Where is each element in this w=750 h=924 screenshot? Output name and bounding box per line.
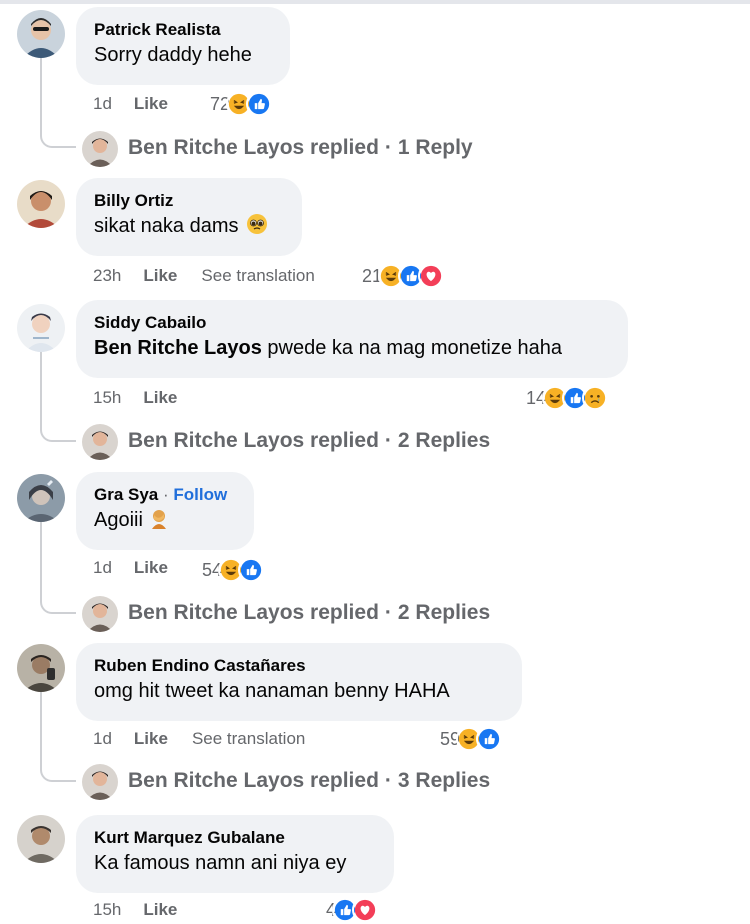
see-translation-link[interactable]: See translation <box>201 266 314 286</box>
thread-connector <box>40 594 76 614</box>
thread-line <box>40 522 42 594</box>
comment-actions: 1d Like See translation <box>93 728 305 750</box>
view-replies-link[interactable]: Ben Ritche Layos replied · 2 Replies <box>128 598 490 628</box>
thread-line <box>40 692 42 762</box>
avatar[interactable] <box>17 304 65 352</box>
reply-avatar[interactable] <box>82 424 118 460</box>
comment-actions: 1d Like <box>93 557 168 579</box>
like-button[interactable]: Like <box>143 900 177 920</box>
replied-by: Ben Ritche Layos replied <box>128 601 379 624</box>
comment-author[interactable]: Gra Sya <box>94 485 158 504</box>
avatar[interactable] <box>17 10 65 58</box>
comment-timestamp[interactable]: 15h <box>93 388 121 408</box>
reply-avatar[interactable] <box>82 596 118 632</box>
mention-link[interactable]: Ben Ritche Layos <box>94 337 262 359</box>
view-replies-link[interactable]: Ben Ritche Layos replied · 3 Replies <box>128 766 490 796</box>
replied-by: Ben Ritche Layos replied <box>128 769 379 792</box>
separator-dot: · <box>384 601 392 624</box>
comment-author-row: Gra Sya · Follow <box>94 484 236 506</box>
reply-avatar[interactable] <box>82 764 118 800</box>
replied-by: Ben Ritche Layos replied <box>128 136 379 159</box>
love-reaction-icon <box>418 263 445 289</box>
comment-author[interactable]: Kurt Marquez Gubalane <box>94 827 376 849</box>
comment-timestamp[interactable]: 15h <box>93 900 121 920</box>
comment-text: Ben Ritche Layos pwede ka na mag monetiz… <box>94 334 610 362</box>
comment-bubble: Patrick Realista Sorry daddy hehe <box>76 7 290 85</box>
like-button[interactable]: Like <box>134 558 168 578</box>
follow-button[interactable]: Follow <box>173 485 227 504</box>
reply-count: 3 Replies <box>397 769 491 792</box>
reply-count: 1 Reply <box>397 136 473 159</box>
facepalm-emoji-icon <box>148 507 170 529</box>
comment-text: Ka famous namn ani niya ey <box>94 852 347 874</box>
pleading-face-emoji-icon <box>246 213 268 235</box>
comment-text: Sorry daddy hehe <box>94 44 252 66</box>
separator-dot: · <box>384 769 392 792</box>
like-button[interactable]: Like <box>134 94 168 114</box>
comment-bubble: Kurt Marquez Gubalane Ka famous namn ani… <box>76 815 394 893</box>
reaction-summary[interactable]: 59 <box>440 724 503 754</box>
avatar[interactable] <box>17 474 65 522</box>
comment-author[interactable]: Siddy Cabailo <box>94 312 610 334</box>
comment-author[interactable]: Ruben Endino Castañares <box>94 655 504 677</box>
comment-author[interactable]: Billy Ortiz <box>94 190 284 212</box>
sad-reaction-icon <box>582 385 609 411</box>
comment-timestamp[interactable]: 1d <box>93 94 112 114</box>
comment-timestamp[interactable]: 23h <box>93 266 121 286</box>
comment-timestamp[interactable]: 1d <box>93 729 112 749</box>
thread-connector <box>40 422 76 442</box>
reaction-summary[interactable]: 54 <box>202 555 265 585</box>
like-reaction-icon <box>246 91 273 117</box>
thread-connector <box>40 762 76 782</box>
separator-dot: · <box>163 485 169 504</box>
reaction-summary[interactable]: 4 <box>326 895 379 924</box>
separator-dot: · <box>384 429 392 452</box>
thread-line <box>40 58 42 128</box>
reply-avatar[interactable] <box>82 131 118 167</box>
comment-bubble: Gra Sya · Follow Agoiii <box>76 472 254 550</box>
comment-bubble: Siddy Cabailo Ben Ritche Layos pwede ka … <box>76 300 628 378</box>
comment-timestamp[interactable]: 1d <box>93 558 112 578</box>
comment-text-body: Agoiii <box>94 509 143 531</box>
reaction-summary[interactable]: 14 <box>526 383 609 413</box>
reaction-summary[interactable]: 72 <box>210 89 273 119</box>
view-replies-link[interactable]: Ben Ritche Layos replied · 2 Replies <box>128 426 490 456</box>
like-button[interactable]: Like <box>143 388 177 408</box>
thread-line <box>40 352 42 422</box>
reply-count: 2 Replies <box>397 429 491 452</box>
like-reaction-icon <box>476 726 503 752</box>
comment-actions: 1d Like <box>93 93 168 115</box>
comment-text: omg hit tweet ka nanaman benny HAHA <box>94 680 450 702</box>
comment-author[interactable]: Patrick Realista <box>94 19 272 41</box>
avatar[interactable] <box>17 644 65 692</box>
comment-actions: 15h Like <box>93 899 177 921</box>
comment-actions: 15h Like <box>93 387 177 409</box>
reaction-summary[interactable]: 21 <box>362 261 445 291</box>
top-divider <box>0 0 750 4</box>
like-button[interactable]: Like <box>134 729 168 749</box>
like-reaction-icon <box>238 557 265 583</box>
comment-text: sikat naka dams <box>94 212 284 240</box>
separator-dot: · <box>384 136 392 159</box>
comment-bubble: Ruben Endino Castañares omg hit tweet ka… <box>76 643 522 721</box>
comment-text: Agoiii <box>94 506 236 534</box>
comment-actions: 23h Like See translation <box>93 265 315 287</box>
view-replies-link[interactable]: Ben Ritche Layos replied · 1 Reply <box>128 133 473 163</box>
comment-text-body: sikat naka dams <box>94 215 239 237</box>
avatar[interactable] <box>17 815 65 863</box>
thread-connector <box>40 128 76 148</box>
see-translation-link[interactable]: See translation <box>192 729 305 749</box>
replied-by: Ben Ritche Layos replied <box>128 429 379 452</box>
comment-bubble: Billy Ortiz sikat naka dams <box>76 178 302 256</box>
reply-count: 2 Replies <box>397 601 491 624</box>
like-button[interactable]: Like <box>143 266 177 286</box>
comment-text-body: pwede ka na mag monetize haha <box>267 337 563 359</box>
love-reaction-icon <box>352 897 379 923</box>
avatar[interactable] <box>17 180 65 228</box>
